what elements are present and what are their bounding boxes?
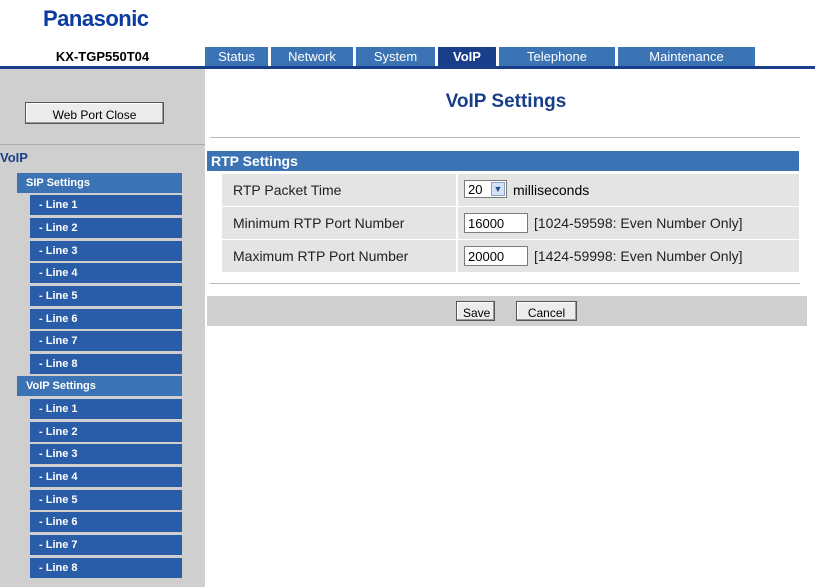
save-button[interactable]: Save — [456, 301, 495, 321]
action-bar: Save Cancel — [207, 296, 807, 326]
max-rtp-port-label: Maximum RTP Port Number — [233, 248, 409, 264]
sidebar-item-voip-line-5[interactable]: - Line 5 — [30, 490, 182, 510]
sidebar-group-voip-settings[interactable]: VoIP Settings — [17, 376, 182, 396]
sidebar-item-voip-line-1[interactable]: - Line 1 — [30, 399, 182, 419]
sidebar-item-sip-line-6[interactable]: - Line 6 — [30, 309, 182, 329]
sidebar-item-voip-line-3[interactable]: - Line 3 — [30, 444, 182, 464]
sidebar-item-sip-line-5[interactable]: - Line 5 — [30, 286, 182, 306]
sidebar-item-sip-line-3[interactable]: - Line 3 — [30, 241, 182, 261]
tab-system[interactable]: System — [356, 47, 435, 67]
min-rtp-port-label: Minimum RTP Port Number — [233, 215, 405, 231]
title-divider — [210, 137, 800, 138]
section-header-rtp: RTP Settings — [207, 151, 799, 171]
row-rtp-packet-time: RTP Packet Time 20 ▼ milliseconds — [222, 174, 799, 206]
sidebar-item-sip-line-1[interactable]: - Line 1 — [30, 195, 182, 215]
page-title: VoIP Settings — [445, 91, 567, 112]
sidebar-item-sip-line-4[interactable]: - Line 4 — [30, 263, 182, 283]
tab-network[interactable]: Network — [271, 47, 353, 67]
tab-status[interactable]: Status — [205, 47, 268, 67]
max-rtp-port-hint: [1424-59998: Even Number Only] — [534, 248, 743, 264]
sidebar-section-title: VoIP — [0, 150, 28, 165]
sidebar-group-sip-settings[interactable]: SIP Settings — [17, 173, 182, 193]
main-tabs: Status Network System VoIP Telephone Mai… — [205, 47, 758, 67]
brand-logo: Panasonic — [43, 6, 149, 31]
web-port-close-button[interactable]: Web Port Close — [25, 102, 164, 124]
rtp-packet-time-unit: milliseconds — [513, 182, 590, 198]
tab-telephone[interactable]: Telephone — [499, 47, 615, 67]
sidebar-item-voip-line-7[interactable]: - Line 7 — [30, 535, 182, 555]
max-rtp-port-cell: [1424-59998: Even Number Only] — [458, 240, 799, 272]
cancel-button[interactable]: Cancel — [516, 301, 577, 321]
sidebar-item-sip-line-2[interactable]: - Line 2 — [30, 218, 182, 238]
sidebar-item-sip-line-8[interactable]: - Line 8 — [30, 354, 182, 374]
device-model: KX-TGP550T04 — [55, 49, 150, 64]
min-rtp-port-cell: [1024-59598: Even Number Only] — [458, 207, 799, 239]
rtp-packet-time-cell: 20 ▼ milliseconds — [458, 174, 799, 206]
header-bar: KX-TGP550T04 Status Network System VoIP … — [0, 47, 815, 67]
row-min-rtp-port: Minimum RTP Port Number [1024-59598: Eve… — [222, 207, 799, 239]
tab-maintenance[interactable]: Maintenance — [618, 47, 755, 67]
sidebar-item-voip-line-8[interactable]: - Line 8 — [30, 558, 182, 578]
rtp-packet-time-label: RTP Packet Time — [233, 182, 342, 198]
tab-voip[interactable]: VoIP — [438, 47, 496, 67]
rtp-packet-time-select[interactable]: 20 ▼ — [464, 180, 507, 198]
min-rtp-port-hint: [1024-59598: Even Number Only] — [534, 215, 743, 231]
sidebar-item-voip-line-2[interactable]: - Line 2 — [30, 422, 182, 442]
sidebar-item-voip-line-4[interactable]: - Line 4 — [30, 467, 182, 487]
chevron-down-icon[interactable]: ▼ — [491, 182, 505, 196]
sidebar-divider — [0, 144, 205, 145]
rtp-packet-time-value: 20 — [468, 182, 483, 197]
sidebar-item-voip-line-6[interactable]: - Line 6 — [30, 512, 182, 532]
form-divider — [210, 283, 800, 284]
max-rtp-port-input[interactable] — [464, 246, 528, 266]
row-max-rtp-port: Maximum RTP Port Number [1424-59998: Eve… — [222, 240, 799, 272]
sidebar-item-sip-line-7[interactable]: - Line 7 — [30, 331, 182, 351]
min-rtp-port-input[interactable] — [464, 213, 528, 233]
